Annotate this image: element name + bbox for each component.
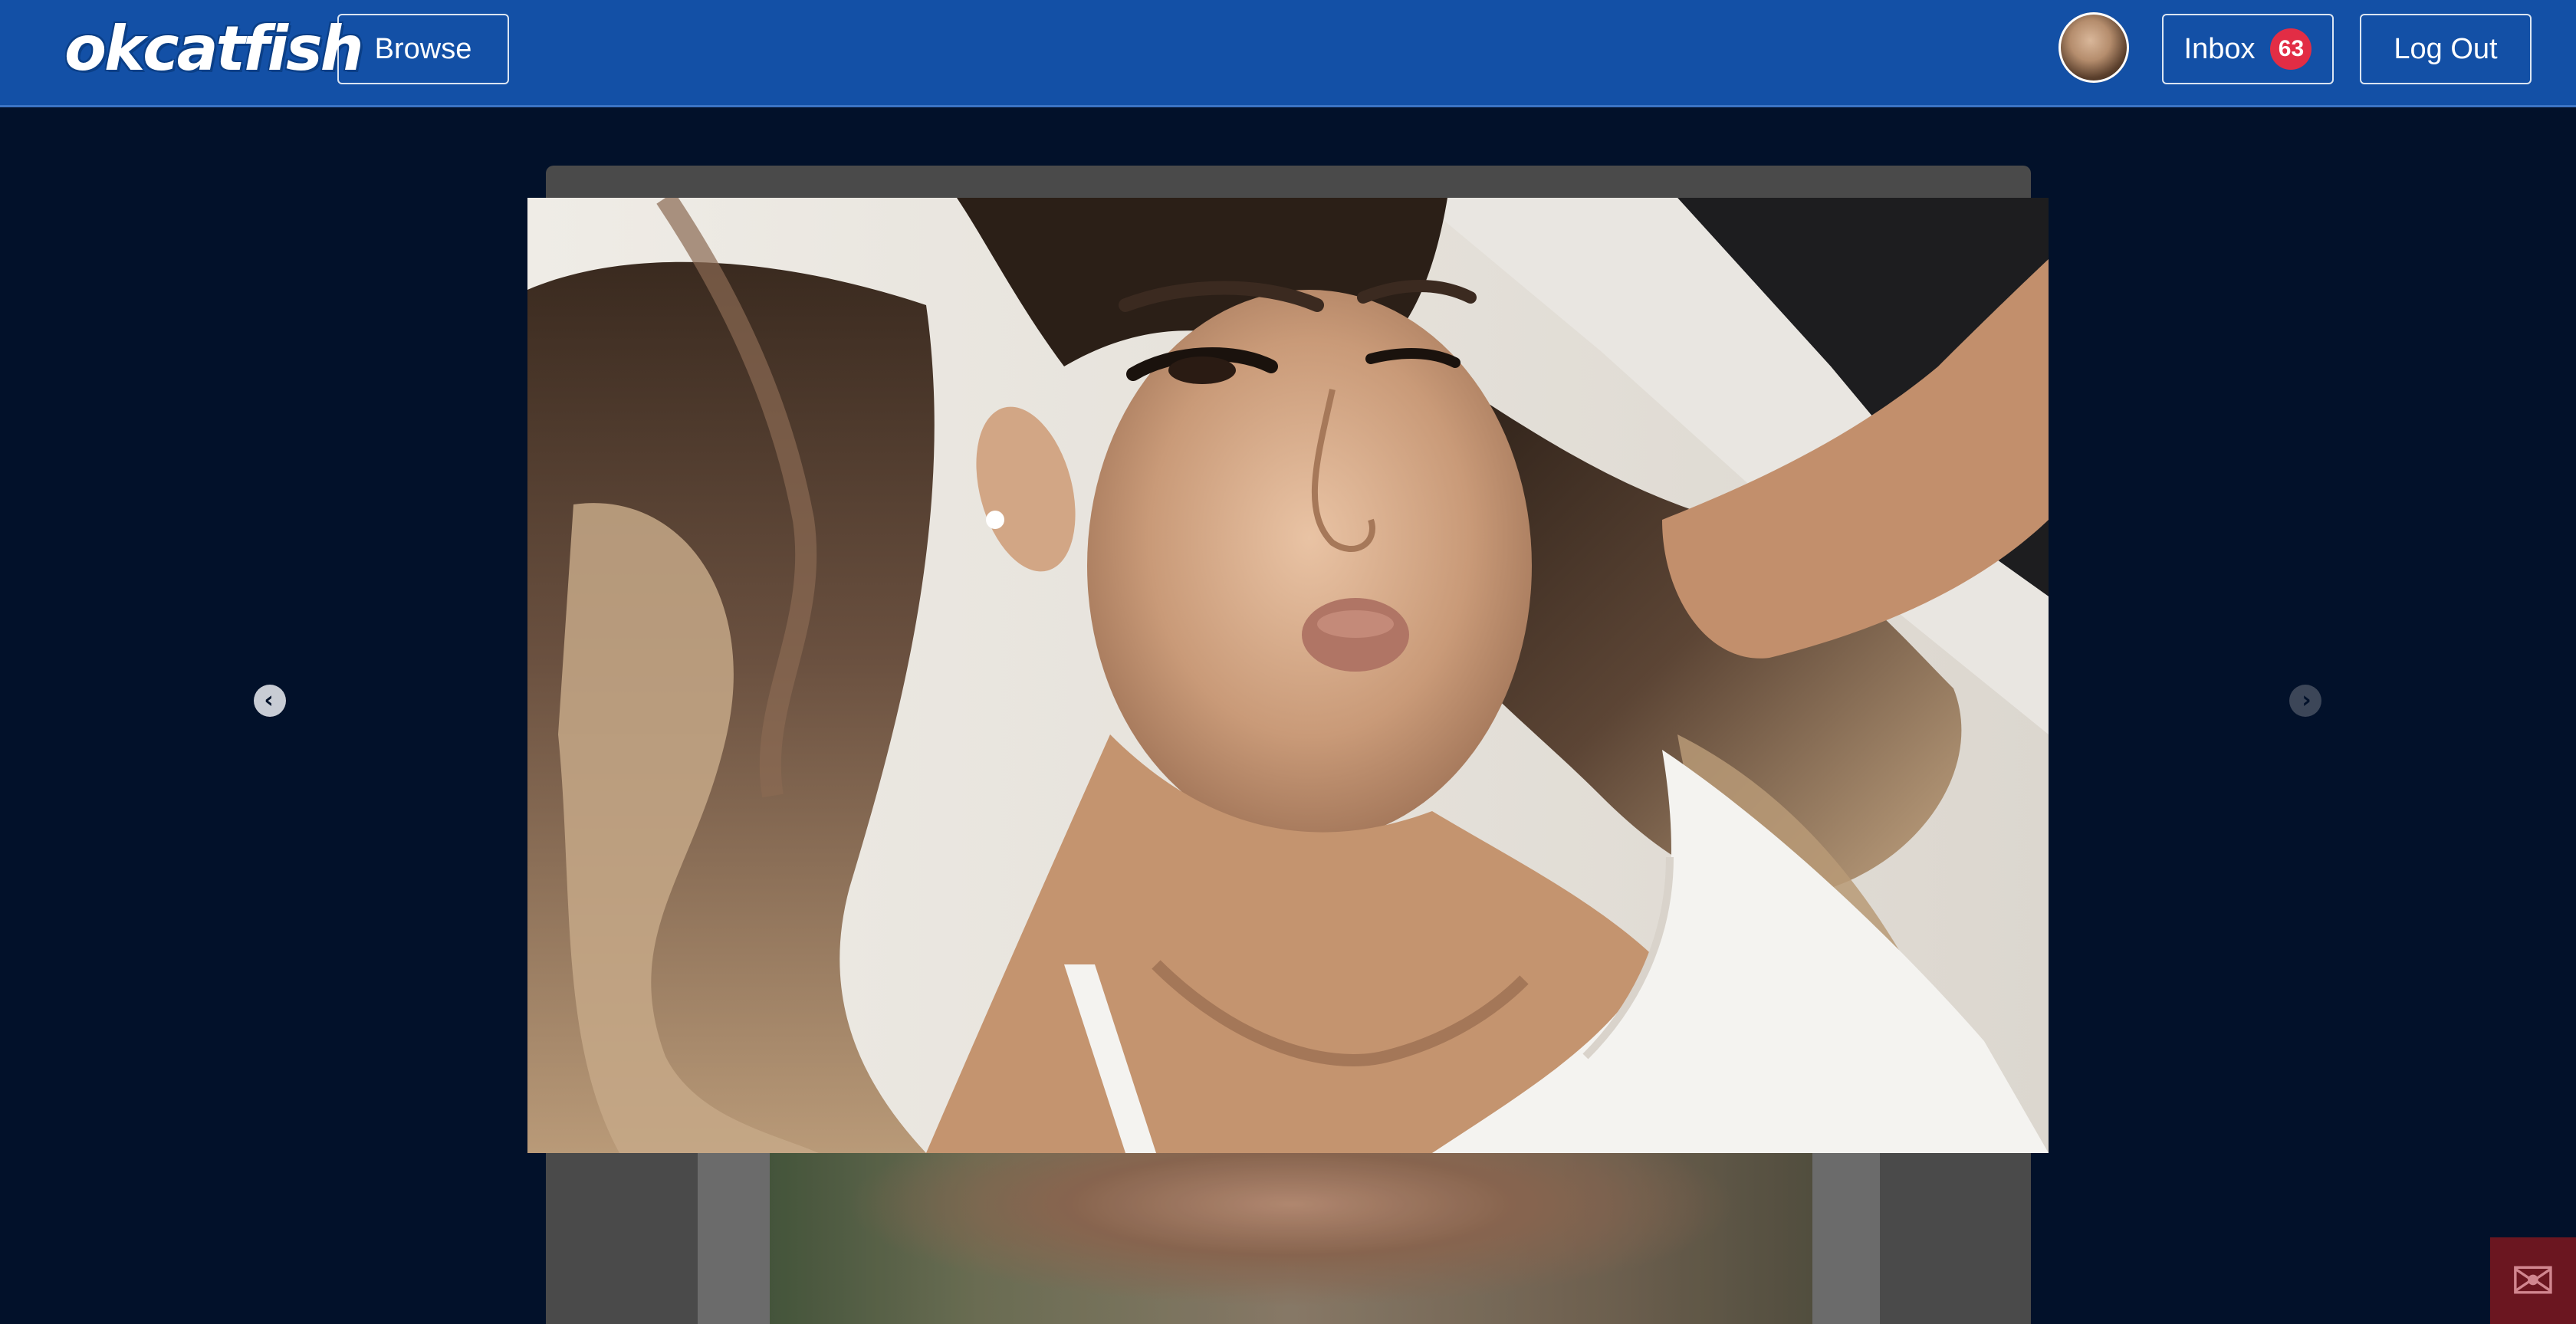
- inbox-button-label: Inbox: [2183, 32, 2256, 65]
- inbox-count-badge: 63: [2270, 28, 2312, 70]
- top-nav-bar: okcatfish Browse Inbox 63 Log Out: [0, 0, 2576, 107]
- inbox-button[interactable]: Inbox 63: [2162, 14, 2334, 84]
- message-button[interactable]: ✉: [2490, 1237, 2576, 1324]
- previous-photo-button[interactable]: ‹: [254, 685, 286, 717]
- browse-button-label: Browse: [374, 32, 472, 65]
- logo[interactable]: okcatfish: [64, 12, 364, 86]
- browse-button[interactable]: Browse: [337, 14, 509, 84]
- logout-button-label: Log Out: [2394, 32, 2498, 65]
- chevron-right-circle-icon: ›: [2302, 687, 2312, 714]
- avatar[interactable]: [2058, 12, 2129, 83]
- profile-photo-thumbnail: [770, 1153, 1812, 1324]
- lightbox-photo: [527, 198, 2049, 1153]
- chevron-left-circle-icon: ‹: [264, 687, 274, 714]
- next-photo-button[interactable]: ›: [2289, 685, 2321, 717]
- envelope-icon: ✉: [2510, 1249, 2556, 1313]
- logout-button[interactable]: Log Out: [2360, 14, 2532, 84]
